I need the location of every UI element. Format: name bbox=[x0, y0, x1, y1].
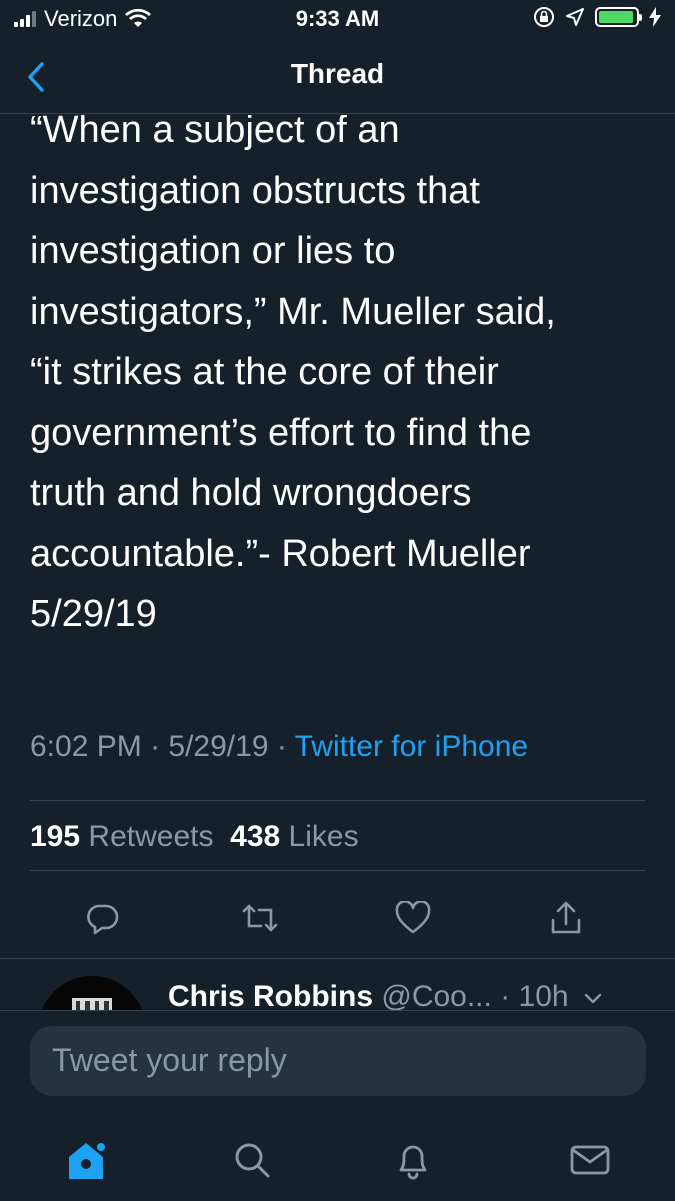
home-icon bbox=[69, 1143, 105, 1179]
nav-bar: Thread bbox=[0, 40, 675, 114]
meta-separator: · bbox=[268, 730, 295, 763]
tab-home[interactable] bbox=[56, 1130, 116, 1190]
status-bar: Verizon 9:33 AM bbox=[0, 0, 675, 40]
status-right bbox=[533, 6, 661, 28]
reply-header[interactable]: Chris Robbins @Coo... · 10h bbox=[168, 980, 603, 1014]
meta-separator: · bbox=[141, 730, 169, 763]
search-icon bbox=[235, 1143, 270, 1178]
battery-icon bbox=[595, 7, 642, 27]
tweet-source-link[interactable]: Twitter for iPhone bbox=[295, 730, 528, 763]
rotation-lock-icon bbox=[534, 7, 554, 27]
reply-placeholder: Tweet your reply bbox=[52, 1042, 287, 1078]
tweet-time: 6:02 PM bbox=[30, 730, 142, 763]
notifications-icon bbox=[399, 1145, 427, 1180]
reply-author-name: Chris Robbins bbox=[168, 980, 374, 1013]
divider bbox=[0, 958, 675, 959]
tab-notifications[interactable] bbox=[383, 1130, 443, 1190]
location-icon bbox=[566, 8, 584, 26]
retweets-stat[interactable]: 195 Retweets bbox=[30, 820, 213, 853]
tab-messages[interactable] bbox=[560, 1130, 620, 1190]
reply-time: · 10h bbox=[500, 980, 569, 1013]
messages-icon bbox=[570, 1145, 610, 1175]
reply-button[interactable] bbox=[72, 888, 132, 948]
divider bbox=[30, 800, 645, 801]
like-button[interactable] bbox=[383, 888, 443, 948]
retweets-label: Retweets bbox=[88, 820, 214, 853]
tab-search[interactable] bbox=[222, 1130, 282, 1190]
retweet-button[interactable] bbox=[230, 888, 290, 948]
share-button[interactable] bbox=[536, 888, 596, 948]
chevron-down-icon[interactable] bbox=[583, 992, 603, 1006]
retweets-count: 195 bbox=[30, 820, 81, 853]
tweet-stats: 195 Retweets 438 Likes bbox=[30, 820, 359, 854]
reply-author-handle: @Coo... bbox=[381, 980, 492, 1013]
retweet-icon bbox=[242, 904, 278, 932]
tweet-date: 5/29/19 bbox=[168, 730, 269, 763]
like-icon bbox=[395, 901, 431, 934]
reply-icon bbox=[87, 904, 119, 935]
likes-stat[interactable]: 438 Likes bbox=[230, 820, 358, 853]
divider bbox=[30, 870, 645, 871]
page-title: Thread bbox=[290, 58, 385, 89]
likes-count: 438 bbox=[230, 820, 281, 853]
tweet-actions bbox=[0, 888, 675, 948]
tweet-text: “When a subject of an investigation obst… bbox=[30, 115, 556, 635]
charging-icon bbox=[649, 7, 661, 27]
tweet-body: “When a subject of an investigation obst… bbox=[0, 115, 675, 705]
likes-label: Likes bbox=[288, 820, 359, 853]
share-icon bbox=[551, 901, 581, 934]
tweet-meta: 6:02 PM · 5/29/19 · Twitter for iPhone bbox=[30, 730, 528, 764]
